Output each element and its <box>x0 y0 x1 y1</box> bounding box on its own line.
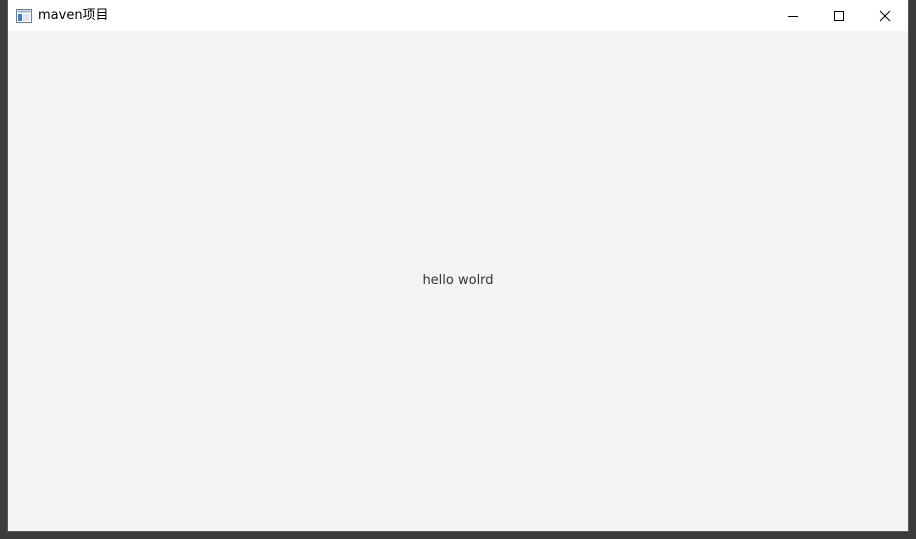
minimize-icon <box>788 15 798 17</box>
window-controls <box>770 0 908 31</box>
maximize-button[interactable] <box>816 0 862 31</box>
close-icon <box>879 10 891 21</box>
window-title: maven项目 <box>38 7 109 23</box>
app-window: maven项目 hello wolrd <box>8 0 908 531</box>
window-app-icon[interactable] <box>16 8 32 24</box>
title-bar[interactable]: maven项目 <box>8 0 908 31</box>
window-content: hello wolrd <box>8 31 908 531</box>
maximize-icon <box>834 10 844 21</box>
desktop-background: maven项目 hello wolrd <box>0 0 916 539</box>
hello-label: hello wolrd <box>422 273 494 288</box>
close-button[interactable] <box>862 0 908 31</box>
minimize-button[interactable] <box>770 0 816 31</box>
